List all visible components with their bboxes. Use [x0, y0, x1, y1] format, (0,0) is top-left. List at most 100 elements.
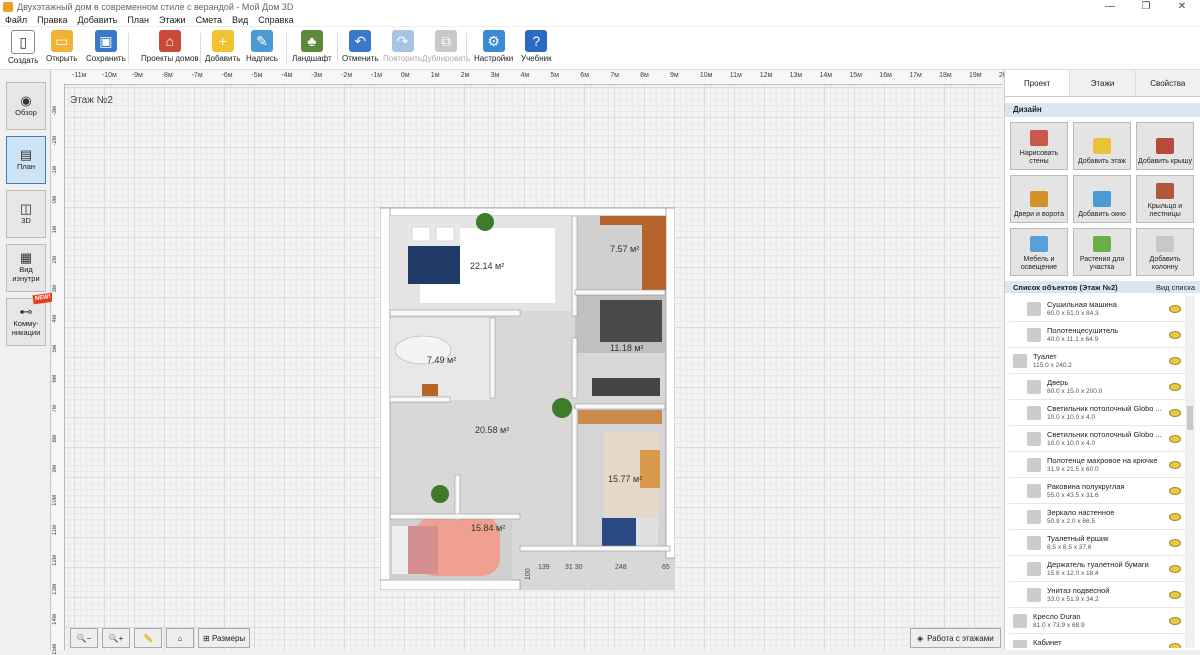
- object-text: Полотенце махровое на крючке 31.9 x 21.5 …: [1047, 456, 1169, 474]
- visibility-eye-icon[interactable]: [1169, 616, 1181, 625]
- list-item[interactable]: Полотенцесушитель 40.0 x 11.1 x 64.9: [1009, 322, 1187, 348]
- bed-3[interactable]: [392, 526, 438, 574]
- tree-icon: ♣: [300, 30, 323, 52]
- home-view-button[interactable]: ⌂: [166, 628, 194, 648]
- sidebar-item-label: Комму-никации: [11, 319, 41, 337]
- menu-item[interactable]: Этажи: [154, 14, 191, 26]
- visibility-eye-icon[interactable]: [1169, 434, 1181, 443]
- floppy-button[interactable]: ▣ Сохранить: [86, 30, 126, 66]
- sidebar-item-eye[interactable]: ◉ Обзор: [6, 82, 46, 130]
- design-button-5[interactable]: Крыльцо и лестницы: [1136, 175, 1194, 223]
- list-item[interactable]: Туалет 115.0 x 240.2: [1009, 348, 1187, 374]
- ruler-tool-button[interactable]: 📏: [134, 628, 162, 648]
- minimize-button[interactable]: —: [1092, 0, 1128, 14]
- object-list-header: Список объектов (Этаж №2): [1013, 282, 1118, 292]
- house-button[interactable]: ⌂ Проекты домов: [141, 30, 199, 66]
- tab-1[interactable]: Этажи: [1070, 70, 1136, 96]
- list-item[interactable]: Дверь 80.0 x 15.0 x 200.0: [1009, 374, 1187, 400]
- bed-2[interactable]: [602, 518, 658, 548]
- folder-button[interactable]: ▭ Открыть: [46, 30, 77, 66]
- list-view-toggle[interactable]: Вид списка: [1156, 283, 1195, 292]
- new-file-icon: ▯: [11, 30, 36, 54]
- menu-item[interactable]: План: [122, 14, 154, 26]
- gear-button[interactable]: ⚙ Настройки: [474, 30, 513, 66]
- maximize-button[interactable]: ❐: [1128, 0, 1164, 14]
- ruler-tick-label: 19м: [969, 72, 982, 79]
- sizes-button[interactable]: ⊞ Размеры: [198, 628, 251, 648]
- object-list-scrollbar[interactable]: [1185, 296, 1195, 648]
- visibility-eye-icon[interactable]: [1169, 486, 1181, 495]
- floor-plan[interactable]: 22.14 м² 7.57 м² 11.18 м² 7.49 м² 20.58 …: [380, 200, 675, 590]
- list-item[interactable]: Кресло Duran 81.0 x 73.9 x 68.9: [1009, 608, 1187, 634]
- menu-item[interactable]: Смета: [191, 14, 227, 26]
- design-button-1[interactable]: Добавить этаж: [1073, 122, 1131, 170]
- list-item[interactable]: Зеркало настенное 50.9 x 2.0 x 66.5: [1009, 504, 1187, 530]
- list-item[interactable]: Сушильная машина 60.0 x 51.0 x 84.3: [1009, 296, 1187, 322]
- undo-button[interactable]: ↶ Отменить: [342, 30, 379, 66]
- toolbar-label: Сохранить: [86, 54, 126, 63]
- menu-item[interactable]: Вид: [227, 14, 253, 26]
- object-name: Раковина полукруглая: [1047, 481, 1125, 491]
- object-thumbnail-icon: [1027, 405, 1041, 420]
- sidebar-item-plan[interactable]: ▤ План: [6, 136, 46, 184]
- zoom-in-button[interactable]: 🔍 +: [102, 628, 130, 648]
- ruler-tick-label: 9м: [670, 72, 679, 79]
- design-button-7[interactable]: Растения для участка: [1073, 228, 1131, 276]
- list-item[interactable]: Кабинет295.1 x 378.9: [1009, 634, 1187, 648]
- close-button[interactable]: ✕: [1164, 0, 1200, 14]
- ruler-tick-label: 10м: [52, 494, 58, 506]
- visibility-eye-icon[interactable]: [1169, 564, 1181, 573]
- visibility-eye-icon[interactable]: [1169, 330, 1181, 339]
- design-button-0[interactable]: Нарисовать стены: [1010, 122, 1068, 170]
- list-item[interactable]: Светильник потолочный Globo ... 10.0 x 10…: [1009, 400, 1187, 426]
- visibility-eye-icon[interactable]: [1169, 304, 1181, 313]
- room-area: 22.14 м²: [470, 261, 504, 271]
- ruler-tick-label: -11м: [72, 72, 87, 79]
- design-button-6[interactable]: Мебель и освещение: [1010, 228, 1068, 276]
- plus-button[interactable]: + Добавить: [205, 30, 240, 66]
- list-item[interactable]: Туалетный ёршик 8.5 x 8.5 x 37.6: [1009, 530, 1187, 556]
- tree-button[interactable]: ♣ Ландшафт: [292, 30, 332, 66]
- design-button-3[interactable]: Двери и ворота: [1010, 175, 1068, 223]
- zoom-out-button[interactable]: 🔍 −: [70, 628, 98, 648]
- visibility-eye-icon[interactable]: [1169, 538, 1181, 547]
- sidebar-item-label: План: [16, 161, 36, 171]
- design-button-4[interactable]: Добавить окно: [1073, 175, 1131, 223]
- sidebar-item-inside-view[interactable]: ▦ Вид изнутри: [6, 244, 46, 292]
- visibility-eye-icon[interactable]: [1169, 590, 1181, 599]
- visibility-eye-icon[interactable]: [1169, 460, 1181, 469]
- menu-item[interactable]: Правка: [32, 14, 72, 26]
- visibility-eye-icon[interactable]: [1169, 642, 1181, 648]
- list-item[interactable]: Раковина полукруглая 55.0 x 43.5 x 31.6: [1009, 478, 1187, 504]
- object-name: Держатель туалетной бумаги: [1047, 559, 1149, 569]
- object-size: 81.0 x 73.9 x 68.9: [1033, 621, 1085, 629]
- list-item[interactable]: Унитаз подвесной 33.0 x 51.9 x 34.2: [1009, 582, 1187, 608]
- menu-item[interactable]: Справка: [253, 14, 298, 26]
- visibility-eye-icon[interactable]: [1169, 356, 1181, 365]
- house-icon: ⌂: [158, 30, 181, 52]
- list-item[interactable]: Держатель туалетной бумаги 15.6 x 12.0 x …: [1009, 556, 1187, 582]
- object-name: Унитаз подвесной: [1047, 585, 1110, 595]
- visibility-eye-icon[interactable]: [1169, 408, 1181, 417]
- tab-0[interactable]: Проект: [1005, 70, 1071, 96]
- bed-1[interactable]: [408, 224, 460, 284]
- list-item[interactable]: Полотенце махровое на крючке 31.9 x 21.5 …: [1009, 452, 1187, 478]
- sidebar-item-cube[interactable]: ◫ 3D: [6, 190, 46, 238]
- duplicate-button[interactable]: ⧉ Дублировать: [422, 30, 470, 66]
- menu-item[interactable]: Файл: [0, 14, 32, 26]
- help-button[interactable]: ? Учебник: [521, 30, 552, 66]
- floors-work-button[interactable]: ◈ Работа с этажами: [910, 628, 1001, 648]
- sidebar-item-pipes[interactable]: ⊷ Комму-никации NEW!: [6, 292, 54, 346]
- redo-button[interactable]: ↷ Повторить: [383, 30, 422, 66]
- visibility-eye-icon[interactable]: [1169, 382, 1181, 391]
- new-file-button[interactable]: ▯ Создать: [8, 30, 38, 66]
- object-size: 60.0 x 51.0 x 84.3: [1047, 309, 1099, 317]
- list-item[interactable]: Светильник потолочный Globo ... 10.0 x 10…: [1009, 426, 1187, 452]
- paint-button[interactable]: ✎ Надпись: [246, 30, 278, 66]
- design-button-2[interactable]: Добавить крышу: [1136, 122, 1194, 170]
- design-button-8[interactable]: Добавить колонну: [1136, 228, 1194, 276]
- tab-2[interactable]: Свойства: [1135, 70, 1200, 96]
- object-size: 50.9 x 2.0 x 66.5: [1047, 517, 1096, 525]
- menu-item[interactable]: Добавить: [73, 14, 123, 26]
- visibility-eye-icon[interactable]: [1169, 512, 1181, 521]
